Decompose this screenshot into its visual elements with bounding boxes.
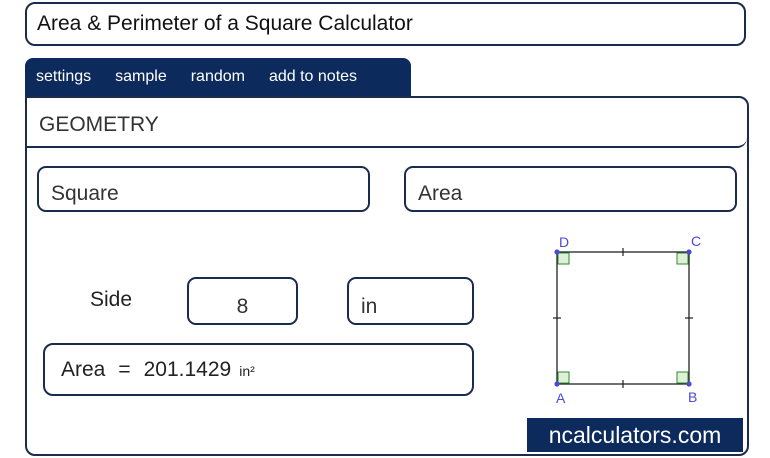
brand-text: ncalculators.com (548, 421, 722, 448)
right-angle-marker-d (557, 252, 570, 265)
vertex-c-label: C (691, 233, 701, 249)
vertex-a-point (554, 381, 560, 387)
vertex-d-point (554, 249, 560, 255)
side-input-value: 8 (236, 295, 249, 318)
shape-select-value: Square (51, 182, 119, 205)
tab-settings[interactable]: settings (25, 68, 103, 86)
result-label: Area (61, 357, 106, 381)
calculator-title-text: Area & Perimeter of a Square Calculator (37, 12, 413, 35)
brand-logo[interactable]: ncalculators.com (527, 418, 743, 452)
result-box: Area = 201.1429 in² (43, 343, 474, 396)
right-angle-marker-c (676, 252, 689, 265)
right-angle-marker-a (557, 371, 570, 384)
vertex-d-label: D (559, 234, 569, 250)
result-unit: in² (239, 362, 255, 379)
shape-select[interactable]: Square (37, 166, 370, 212)
square-diagram: D C A B (553, 233, 701, 406)
calculation-select[interactable]: Area (404, 166, 737, 212)
section-title-text: GEOMETRY (39, 113, 159, 136)
right-angle-marker-b (676, 371, 689, 384)
result-value: 201.1429 (143, 357, 232, 381)
tab-random[interactable]: random (179, 68, 257, 86)
tab-bar: settings sample random add to notes (25, 58, 411, 96)
vertex-b-point (686, 381, 692, 387)
calculator-title: Area & Perimeter of a Square Calculator (25, 2, 746, 46)
tab-add-to-notes[interactable]: add to notes (257, 68, 369, 86)
vertex-a-label: A (556, 390, 566, 406)
vertex-c-point (686, 249, 692, 255)
square-outline (556, 251, 690, 385)
calculation-select-value: Area (418, 182, 463, 205)
vertex-b-label: B (688, 389, 697, 405)
section-title: GEOMETRY (27, 98, 747, 148)
side-label: Side (90, 288, 133, 311)
tab-sample[interactable]: sample (103, 68, 179, 86)
unit-select[interactable]: in (347, 277, 474, 325)
unit-select-value: in (361, 295, 378, 318)
side-input[interactable]: 8 (187, 277, 298, 325)
result-equals: = (118, 357, 131, 381)
